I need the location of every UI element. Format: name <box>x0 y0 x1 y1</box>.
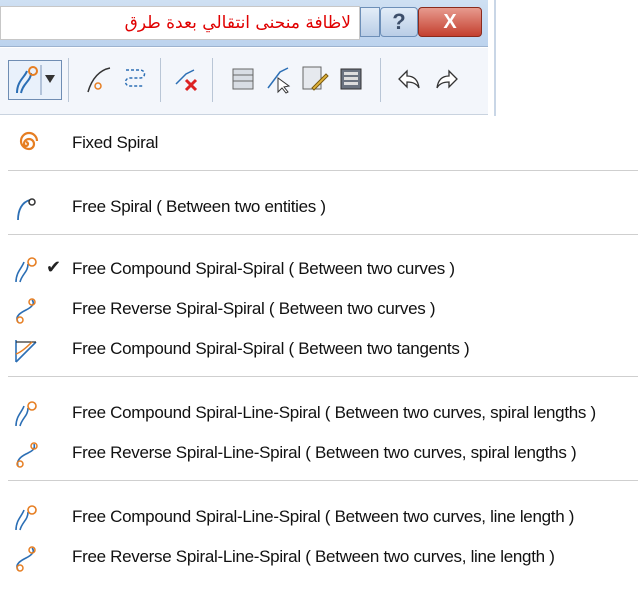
edit-button[interactable] <box>300 62 330 96</box>
toolbar-separator <box>380 58 381 102</box>
menu-item-compound-spiral-tangents[interactable]: Free Compound Spiral-Spiral ( Between tw… <box>0 330 638 370</box>
compound-spiral-line-icon <box>15 401 37 427</box>
menu-separator <box>8 234 638 235</box>
reverse-spiral-icon <box>16 298 36 324</box>
properties-button[interactable] <box>336 62 366 96</box>
delete-icon <box>175 69 198 92</box>
menu-separator <box>8 480 638 481</box>
curve-icon <box>87 67 111 93</box>
menu-item-compound-spiral-line-line-length[interactable]: Free Compound Spiral-Line-Spiral ( Betwe… <box>0 498 638 538</box>
menu-item-label: Free Compound Spiral-Line-Spiral ( Betwe… <box>72 403 596 422</box>
spiral-type-dropdown[interactable] <box>8 60 62 100</box>
help-label: ? <box>392 9 406 34</box>
menu-item-label: Free Compound Spiral-Line-Spiral ( Betwe… <box>72 507 575 526</box>
pick-button[interactable] <box>264 62 294 96</box>
close-label: X <box>443 11 457 33</box>
panel-divider <box>494 0 496 116</box>
reverse-curve-button[interactable] <box>120 62 150 96</box>
checkmark-icon: ✔ <box>46 257 62 277</box>
menu-item-label: Fixed Spiral <box>72 133 159 152</box>
compound-spiral-line-icon <box>15 505 37 531</box>
menu-item-fixed-spiral[interactable]: Fixed Spiral <box>0 124 638 164</box>
menu-item-label: Free Compound Spiral-Spiral ( Between tw… <box>72 339 470 358</box>
menu-item-label: Free Reverse Spiral-Line-Spiral ( Betwee… <box>72 443 577 462</box>
compound-spiral-icon <box>15 257 37 283</box>
redo-arrow-icon <box>436 69 458 89</box>
spiral-menu: Fixed Spiral Free Spiral ( Between two e… <box>0 116 638 602</box>
menu-separator <box>8 170 638 171</box>
reverse-spiral-line-icon <box>16 546 36 572</box>
delete-spiral-button[interactable] <box>172 62 202 96</box>
toolbar-separator <box>212 58 213 102</box>
menu-item-label: Free Reverse Spiral-Line-Spiral ( Betwee… <box>72 547 555 566</box>
table-button[interactable] <box>228 62 258 96</box>
free-spiral-icon <box>17 198 36 221</box>
menu-item-label: Free Compound Spiral-Spiral ( Between tw… <box>72 259 455 278</box>
help-button[interactable]: ? <box>380 7 418 37</box>
menu-item-reverse-spiral-line-spiral-lengths[interactable]: Free Reverse Spiral-Line-Spiral ( Betwee… <box>0 434 638 474</box>
menu-item-free-spiral[interactable]: Free Spiral ( Between two entities ) <box>0 188 638 228</box>
minimize-button[interactable] <box>360 7 380 37</box>
menu-item-reverse-spiral-line-line-length[interactable]: Free Reverse Spiral-Line-Spiral ( Betwee… <box>0 538 638 578</box>
menu-item-compound-spiral-curves[interactable]: ✔ Free Compound Spiral-Spiral ( Between … <box>0 250 638 290</box>
pick-icon <box>267 67 291 94</box>
menu-item-label: Free Spiral ( Between two entities ) <box>72 197 326 216</box>
toolbar <box>0 48 488 115</box>
undo-button[interactable] <box>394 62 424 96</box>
reverse-curve-icon <box>124 69 146 87</box>
edit-icon <box>302 66 329 91</box>
title-annotation: لاظافة منحنى انتقالي بعدة طرق <box>0 6 360 40</box>
menu-item-label: Free Reverse Spiral-Spiral ( Between two… <box>72 299 436 318</box>
window-top: لاظافة منحنى انتقالي بعدة طرق ? X <box>0 0 638 116</box>
curve-tool-button[interactable] <box>84 62 114 96</box>
toolbar-separator <box>160 58 161 102</box>
menu-separator <box>8 376 638 377</box>
redo-button[interactable] <box>432 62 462 96</box>
undo-arrow-icon <box>398 69 420 89</box>
properties-icon <box>340 68 362 90</box>
close-button[interactable]: X <box>418 7 482 37</box>
menu-item-compound-spiral-line-spiral-lengths[interactable]: Free Compound Spiral-Line-Spiral ( Betwe… <box>0 394 638 434</box>
toolbar-separator <box>68 58 69 102</box>
table-icon <box>232 68 254 90</box>
fixed-spiral-icon <box>19 131 39 151</box>
tangents-icon <box>15 340 37 363</box>
reverse-spiral-line-icon <box>16 442 38 468</box>
compound-spiral-icon <box>16 65 55 95</box>
menu-item-reverse-spiral-curves[interactable]: Free Reverse Spiral-Spiral ( Between two… <box>0 290 638 330</box>
